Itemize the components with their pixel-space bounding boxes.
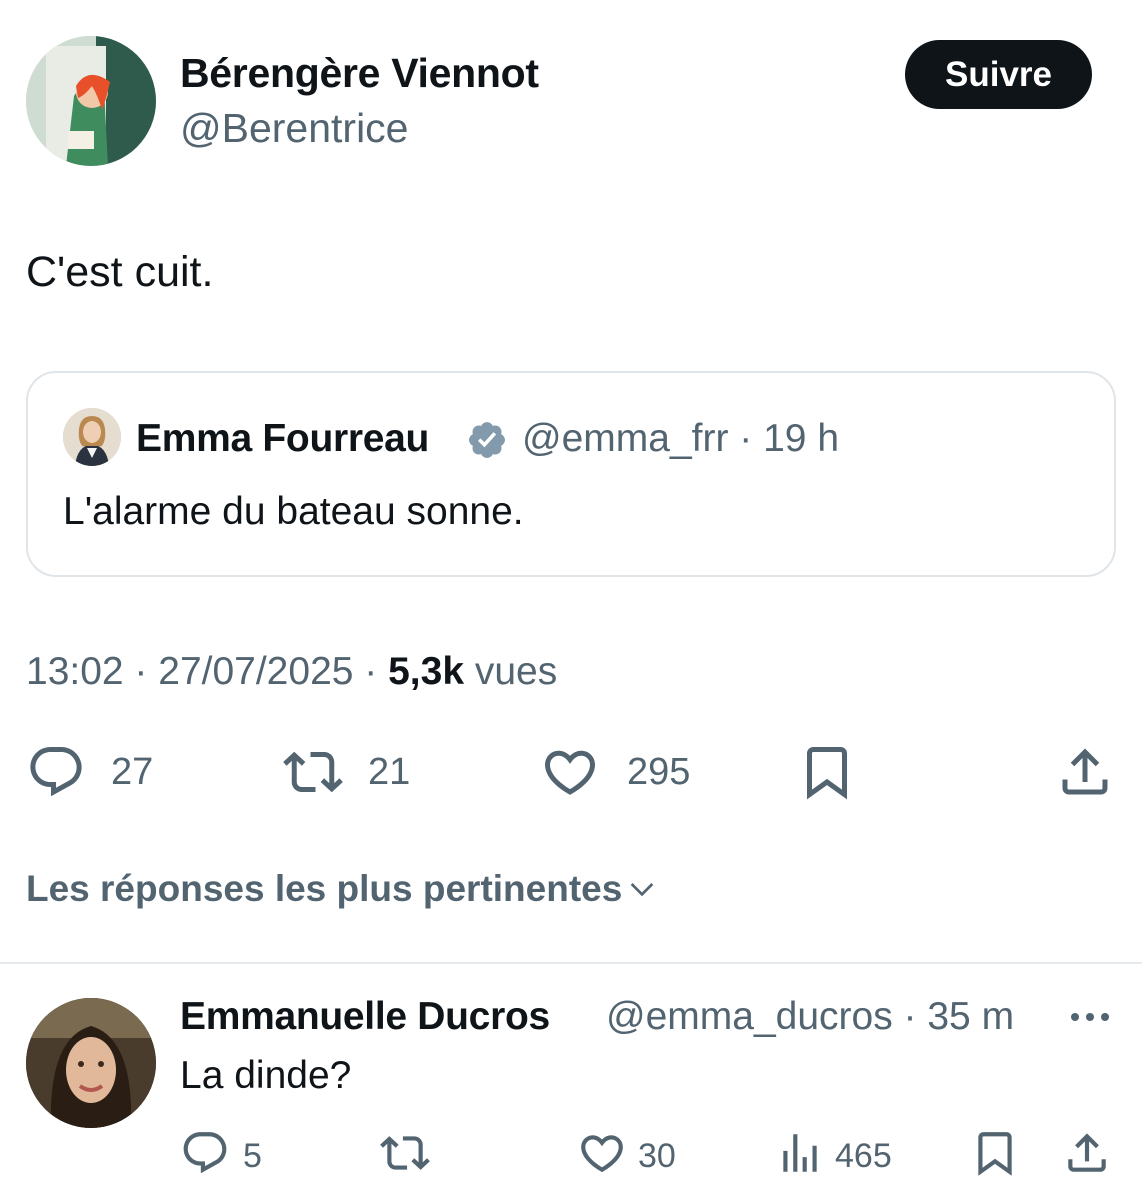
- divider: [0, 962, 1142, 964]
- quoted-author-name[interactable]: Emma Fourreau: [136, 417, 429, 461]
- replies-sort-dropdown[interactable]: Les réponses les plus pertinentes: [26, 868, 658, 910]
- quoted-tweet-text: L'alarme du bateau sonne.: [63, 490, 524, 533]
- follow-button[interactable]: Suivre: [905, 40, 1092, 109]
- verified-badge-icon: [466, 419, 508, 461]
- views-label: vues: [474, 650, 558, 693]
- author-name[interactable]: Bérengère Viennot: [180, 50, 539, 97]
- bookmark-icon[interactable]: [797, 742, 857, 802]
- reply-count: 27: [111, 751, 154, 793]
- reply-icon[interactable]: [180, 1128, 230, 1178]
- reply-icon[interactable]: [26, 742, 86, 802]
- like-count: 295: [627, 751, 691, 793]
- author-handle[interactable]: @Berentrice: [180, 105, 408, 152]
- reply-author-avatar[interactable]: [26, 998, 156, 1128]
- author-avatar[interactable]: [26, 36, 156, 166]
- tweet-meta: 13:02 · 27/07/2025 · 5,3k vues: [26, 650, 557, 694]
- reply-reply-count: 5: [243, 1137, 262, 1175]
- repost-icon[interactable]: [283, 742, 343, 802]
- like-icon[interactable]: [540, 742, 600, 802]
- like-icon[interactable]: [577, 1128, 627, 1178]
- views-icon[interactable]: [775, 1128, 825, 1178]
- bookmark-icon[interactable]: [970, 1128, 1020, 1178]
- reply-like-count: 30: [638, 1137, 676, 1175]
- quoted-tweet-card[interactable]: [26, 371, 1116, 577]
- quoted-author-avatar[interactable]: [63, 408, 121, 466]
- tweet-timestamp[interactable]: 13:02 · 27/07/2025 ·: [26, 650, 388, 693]
- repost-icon[interactable]: [380, 1128, 430, 1178]
- quoted-tweet-meta: @emma_frr · 19 h: [522, 417, 840, 460]
- views-count: 5,3k: [388, 650, 465, 693]
- reply-views-count: 465: [835, 1137, 892, 1175]
- share-icon[interactable]: [1055, 742, 1115, 802]
- chevron-down-icon: [631, 883, 654, 897]
- share-icon[interactable]: [1062, 1128, 1112, 1178]
- tweet-text: C'est cuit.: [26, 248, 214, 296]
- reply-meta: @emma_ducros · 35 m: [606, 995, 1015, 1038]
- repost-count: 21: [368, 751, 411, 793]
- replies-sort-label: Les réponses les plus pertinentes: [26, 868, 623, 909]
- more-icon[interactable]: [1068, 1010, 1112, 1024]
- reply-text: La dinde?: [180, 1054, 352, 1097]
- reply-author-name[interactable]: Emmanuelle Ducros: [180, 995, 550, 1039]
